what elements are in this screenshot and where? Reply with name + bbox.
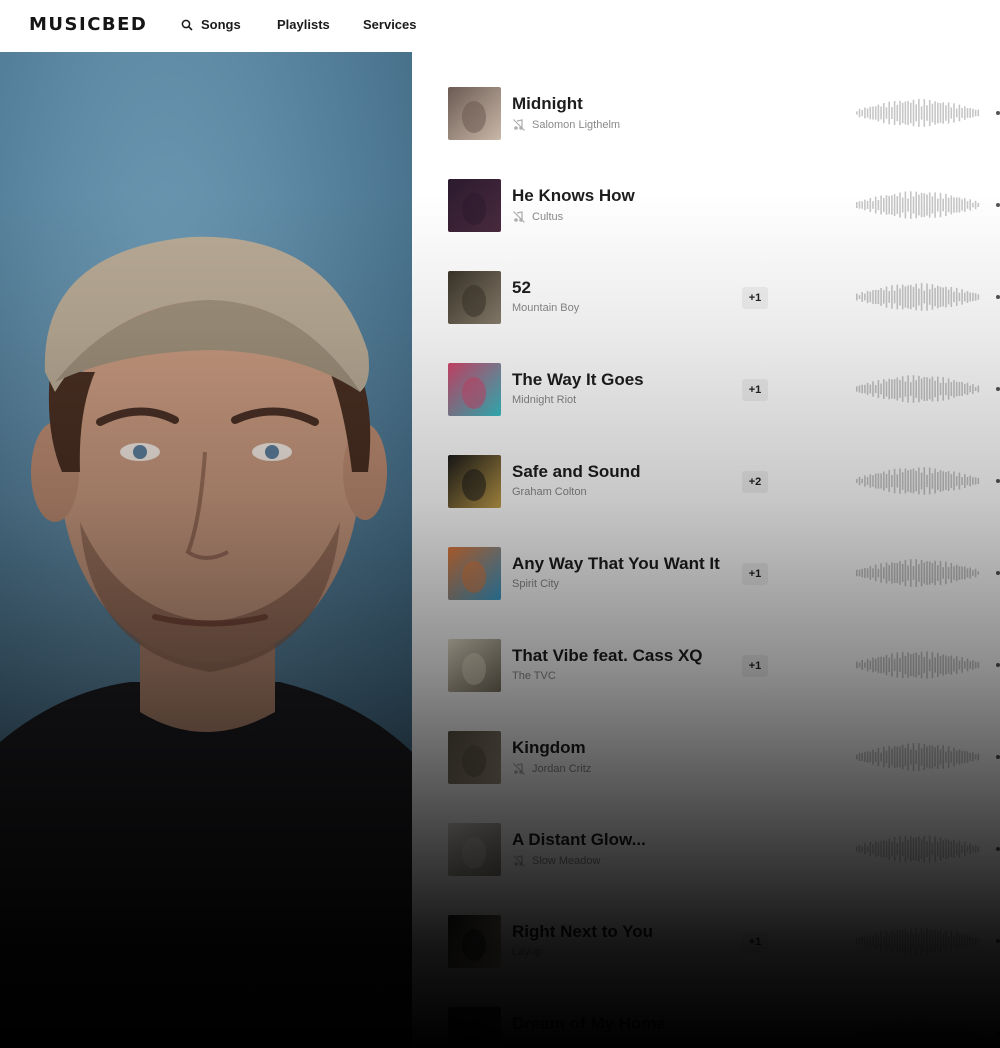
track-artist-name: Salomon Ligthelm xyxy=(532,119,621,131)
track-list: Midnight Salomon Ligthelm He Knows How Cult… xyxy=(412,52,1000,1048)
row-menu-icon[interactable] xyxy=(996,479,1000,483)
track-artist[interactable]: Midnight Riot xyxy=(512,394,576,406)
waveform[interactable] xyxy=(852,373,982,405)
nav-playlists[interactable]: Playlists xyxy=(277,17,330,32)
album-cover[interactable] xyxy=(448,179,501,232)
waveform[interactable] xyxy=(852,925,982,957)
album-cover[interactable] xyxy=(448,455,501,508)
track-row[interactable]: Kingdom Jordan Critz xyxy=(412,731,1000,823)
track-title[interactable]: Right Next to You xyxy=(512,922,653,942)
track-row[interactable]: He Knows How Cultus xyxy=(412,179,1000,271)
artist-portrait-illustration xyxy=(0,236,412,1048)
track-row[interactable]: Right Next to You Layup +1 xyxy=(412,915,1000,1007)
more-versions-badge[interactable]: +1 xyxy=(742,563,768,585)
music-muted-icon xyxy=(513,763,525,775)
album-cover[interactable] xyxy=(448,271,501,324)
track-artist[interactable]: Cultus xyxy=(512,210,563,224)
track-title[interactable]: That Vibe feat. Cass XQ xyxy=(512,646,703,666)
nav-songs[interactable]: Songs xyxy=(181,17,241,32)
track-artist-name: Midnight Riot xyxy=(512,394,577,406)
track-artist[interactable]: Slow Meadow xyxy=(512,854,600,868)
music-muted-icon xyxy=(513,855,525,867)
waveform[interactable] xyxy=(852,649,982,681)
track-artist-name: Cultus xyxy=(532,211,564,223)
track-row[interactable]: Safe and Sound Graham Colton +2 xyxy=(412,455,1000,547)
track-artist[interactable]: Graham Colton xyxy=(512,486,587,498)
track-row[interactable]: Any Way That You Want It Spirit City +1 xyxy=(412,547,1000,639)
track-title[interactable]: A Distant Glow... xyxy=(512,830,646,850)
waveform[interactable] xyxy=(852,97,982,129)
track-row[interactable]: The Way It Goes Midnight Riot +1 xyxy=(412,363,1000,455)
waveform[interactable] xyxy=(852,557,982,589)
waveform[interactable] xyxy=(852,741,982,773)
track-row[interactable]: 52 Mountain Boy +1 xyxy=(412,271,1000,363)
search-icon xyxy=(181,19,193,31)
row-menu-icon[interactable] xyxy=(996,571,1000,575)
waveform[interactable] xyxy=(852,1017,982,1048)
track-row[interactable]: Midnight Salomon Ligthelm xyxy=(412,87,1000,179)
track-title[interactable]: Midnight xyxy=(512,94,583,114)
more-versions-badge[interactable]: +1 xyxy=(742,931,768,953)
waveform[interactable] xyxy=(852,189,982,221)
top-navbar: MUSICBED Songs Playlists Services xyxy=(0,0,1000,52)
row-menu-icon[interactable] xyxy=(996,847,1000,851)
waveform[interactable] xyxy=(852,281,982,313)
track-artist[interactable]: Layup xyxy=(512,946,542,958)
row-menu-icon[interactable] xyxy=(996,663,1000,667)
track-artist[interactable]: The TVC xyxy=(512,670,556,682)
track-artist-name: Spirit City xyxy=(512,578,560,590)
track-artist-name: Mountain Boy xyxy=(512,302,580,314)
track-artist-name: The TVC xyxy=(512,670,556,682)
row-menu-icon[interactable] xyxy=(996,755,1000,759)
album-cover[interactable] xyxy=(448,1007,501,1048)
nav-songs-label: Songs xyxy=(201,17,241,32)
album-cover[interactable] xyxy=(448,823,501,876)
music-muted-icon xyxy=(513,119,525,131)
row-menu-icon[interactable] xyxy=(996,295,1000,299)
row-menu-icon[interactable] xyxy=(996,387,1000,391)
album-cover[interactable] xyxy=(448,363,501,416)
row-menu-icon[interactable] xyxy=(996,203,1000,207)
track-artist[interactable]: Spirit City xyxy=(512,578,559,590)
musicbed-logo[interactable]: MUSICBED xyxy=(29,14,147,35)
track-title[interactable]: Safe and Sound xyxy=(512,462,640,482)
row-menu-icon[interactable] xyxy=(996,1031,1000,1035)
album-cover[interactable] xyxy=(448,547,501,600)
track-artist[interactable]: Jordan Critz xyxy=(512,762,591,776)
track-title[interactable]: 52 xyxy=(512,278,531,298)
track-artist-name: Jordan Critz xyxy=(532,763,592,775)
music-muted-icon xyxy=(513,211,525,223)
track-title[interactable]: He Knows How xyxy=(512,186,635,206)
row-menu-icon[interactable] xyxy=(996,939,1000,943)
track-row[interactable]: That Vibe feat. Cass XQ The TVC +1 xyxy=(412,639,1000,731)
track-title[interactable]: Any Way That You Want It xyxy=(512,554,720,574)
album-cover[interactable] xyxy=(448,87,501,140)
more-versions-badge[interactable]: +1 xyxy=(742,287,768,309)
track-title[interactable]: Dream of My Home xyxy=(512,1014,666,1034)
album-cover[interactable] xyxy=(448,915,501,968)
album-cover[interactable] xyxy=(448,639,501,692)
track-artist[interactable]: Mountain Boy xyxy=(512,302,579,314)
track-row[interactable]: Dream of My Home xyxy=(412,1007,1000,1048)
track-title[interactable]: The Way It Goes xyxy=(512,370,644,390)
more-versions-badge[interactable]: +2 xyxy=(742,471,768,493)
row-menu-icon[interactable] xyxy=(996,111,1000,115)
track-artist-name: Graham Colton xyxy=(512,486,587,498)
track-artist[interactable]: Salomon Ligthelm xyxy=(512,118,620,132)
track-artist-name: Slow Meadow xyxy=(532,855,601,867)
track-row[interactable]: A Distant Glow... Slow Meadow xyxy=(412,823,1000,915)
nav-services[interactable]: Services xyxy=(363,17,417,32)
artist-photo xyxy=(0,52,412,1048)
more-versions-badge[interactable]: +1 xyxy=(742,379,768,401)
track-title[interactable]: Kingdom xyxy=(512,738,586,758)
waveform[interactable] xyxy=(852,833,982,865)
waveform[interactable] xyxy=(852,465,982,497)
more-versions-badge[interactable]: +1 xyxy=(742,655,768,677)
track-artist-name: Layup xyxy=(512,946,542,958)
album-cover[interactable] xyxy=(448,731,501,784)
